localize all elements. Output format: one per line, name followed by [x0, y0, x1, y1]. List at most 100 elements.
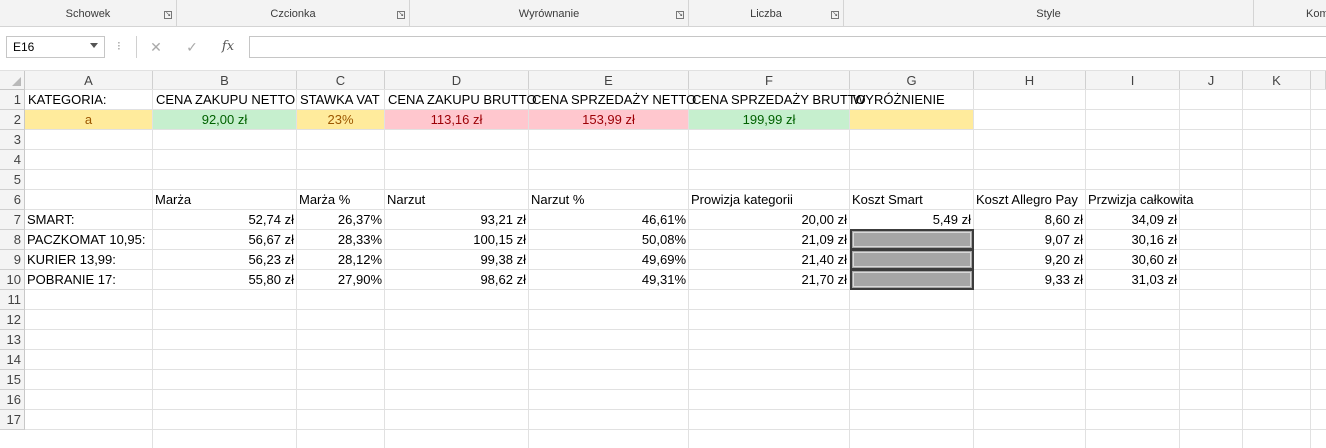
cancel-icon[interactable]: ✕: [146, 39, 166, 56]
cell-a1[interactable]: KATEGORIA:: [25, 90, 152, 109]
cell-i6[interactable]: Przwizja całkowita: [1086, 190, 1193, 209]
cell-e6[interactable]: Narzut %: [529, 190, 688, 209]
row-header-7[interactable]: 7: [0, 210, 25, 230]
cell-e2[interactable]: 153,99 zł: [529, 110, 688, 129]
row-header-16[interactable]: 16: [0, 390, 25, 410]
cell-b9[interactable]: 56,23 zł: [153, 250, 296, 269]
row-header-13[interactable]: 13: [0, 330, 25, 350]
cell-g7[interactable]: 5,49 zł: [850, 210, 973, 229]
cell-g9[interactable]: [850, 249, 974, 270]
more-options-icon[interactable]: ⁝: [117, 39, 121, 53]
cell-a10[interactable]: POBRANIE 17:: [25, 270, 152, 289]
cell-e8[interactable]: 50,08%: [529, 230, 688, 249]
cell-c8[interactable]: 28,33%: [297, 230, 384, 249]
column-header-c[interactable]: C: [297, 71, 385, 90]
dialog-launcher-icon[interactable]: ↘: [397, 11, 405, 19]
cell-a8[interactable]: PACZKOMAT 10,95:: [25, 230, 152, 249]
enter-check-icon[interactable]: ✓: [182, 39, 202, 56]
row-header-10[interactable]: 10: [0, 270, 25, 290]
cell-c7[interactable]: 26,37%: [297, 210, 384, 229]
select-all-button[interactable]: [0, 71, 25, 90]
cell-d9[interactable]: 99,38 zł: [385, 250, 528, 269]
dialog-launcher-icon[interactable]: ↘: [831, 11, 839, 19]
cell-g2[interactable]: [850, 110, 973, 129]
cell-b7[interactable]: 52,74 zł: [153, 210, 296, 229]
cell-d7[interactable]: 93,21 zł: [385, 210, 528, 229]
cell-i8[interactable]: 30,16 zł: [1086, 230, 1179, 249]
cell-e9[interactable]: 49,69%: [529, 250, 688, 269]
row-header-8[interactable]: 8: [0, 230, 25, 250]
row-header-2[interactable]: 2: [0, 110, 25, 130]
row-header-17[interactable]: 17: [0, 410, 25, 430]
cell-f6[interactable]: Prowizja kategorii: [689, 190, 849, 209]
column-header-k[interactable]: K: [1243, 71, 1311, 90]
cell-b8[interactable]: 56,67 zł: [153, 230, 296, 249]
spreadsheet-grid[interactable]: ABCDEFGHIJK 1 2 3 4 5 6 7 8 9 10 11 12 13 14 15 16 17 KA…: [0, 71, 1326, 448]
row-header-3[interactable]: 3: [0, 130, 25, 150]
cell-f10[interactable]: 21,70 zł: [689, 270, 849, 289]
cell-d10[interactable]: 98,62 zł: [385, 270, 528, 289]
cell-d2[interactable]: 113,16 zł: [385, 110, 528, 129]
cell-a9[interactable]: KURIER 13,99:: [25, 250, 152, 269]
row-header-15[interactable]: 15: [0, 370, 25, 390]
cell-c6[interactable]: Marża %: [297, 190, 384, 209]
cell-h8[interactable]: 9,07 zł: [974, 230, 1085, 249]
cell-f1[interactable]: CENA SPRZEDAŻY BRUTTO: [689, 90, 866, 109]
cell-a2[interactable]: a: [25, 110, 152, 129]
cell-c1[interactable]: STAWKA VAT: [297, 90, 384, 109]
column-header-d[interactable]: D: [385, 71, 529, 90]
cell-b10[interactable]: 55,80 zł: [153, 270, 296, 289]
cell-g10[interactable]: [850, 269, 974, 290]
cell-f2[interactable]: 199,99 zł: [689, 110, 849, 129]
column-header-j[interactable]: J: [1180, 71, 1243, 90]
cell-e1[interactable]: CENA SPRZEDAŻY NETTO: [529, 90, 696, 109]
column-header-f[interactable]: F: [689, 71, 850, 90]
cell-b1[interactable]: CENA ZAKUPU NETTO: [153, 90, 296, 109]
row-header-6[interactable]: 6: [0, 190, 25, 210]
chevron-down-icon[interactable]: [90, 43, 98, 48]
cell-f9[interactable]: 21,40 zł: [689, 250, 849, 269]
cell-e7[interactable]: 46,61%: [529, 210, 688, 229]
dialog-launcher-icon[interactable]: ↘: [164, 11, 172, 19]
row-header-11[interactable]: 11: [0, 290, 25, 310]
cell-b2[interactable]: 92,00 zł: [153, 110, 296, 129]
cell-f8[interactable]: 21,09 zł: [689, 230, 849, 249]
column-header-g[interactable]: G: [850, 71, 974, 90]
cell-d8[interactable]: 100,15 zł: [385, 230, 528, 249]
cell-h6[interactable]: Koszt Allegro Pay: [974, 190, 1085, 209]
cell-g8[interactable]: [850, 229, 974, 250]
cell-h9[interactable]: 9,20 zł: [974, 250, 1085, 269]
cell-c10[interactable]: 27,90%: [297, 270, 384, 289]
cell-g6[interactable]: Koszt Smart: [850, 190, 973, 209]
cell-c2[interactable]: 23%: [297, 110, 384, 129]
cell-d1[interactable]: CENA ZAKUPU BRUTTO: [385, 90, 537, 109]
dialog-launcher-icon[interactable]: ↘: [676, 11, 684, 19]
cell-d6[interactable]: Narzut: [385, 190, 528, 209]
column-header-b[interactable]: B: [153, 71, 297, 90]
cell-i7[interactable]: 34,09 zł: [1086, 210, 1179, 229]
insert-function-icon[interactable]: fx: [218, 39, 238, 54]
name-box[interactable]: E16: [6, 36, 105, 58]
cell-h10[interactable]: 9,33 zł: [974, 270, 1085, 289]
row-header-12[interactable]: 12: [0, 310, 25, 330]
formula-input[interactable]: [249, 36, 1326, 58]
ribbon-group-cells: Kom: [1254, 0, 1326, 26]
column-header-a[interactable]: A: [25, 71, 153, 90]
row-header-4[interactable]: 4: [0, 150, 25, 170]
cell-e10[interactable]: 49,31%: [529, 270, 688, 289]
row-header-1[interactable]: 1: [0, 90, 25, 110]
cell-f7[interactable]: 20,00 zł: [689, 210, 849, 229]
cell-i9[interactable]: 30,60 zł: [1086, 250, 1179, 269]
column-header-h[interactable]: H: [974, 71, 1086, 90]
row-header-5[interactable]: 5: [0, 170, 25, 190]
cell-h7[interactable]: 8,60 zł: [974, 210, 1085, 229]
column-header-i[interactable]: I: [1086, 71, 1180, 90]
cell-c9[interactable]: 28,12%: [297, 250, 384, 269]
cell-a7[interactable]: SMART:: [25, 210, 152, 229]
row-header-14[interactable]: 14: [0, 350, 25, 370]
cell-g1[interactable]: WYRÓŻNIENIE: [850, 90, 973, 109]
cell-b6[interactable]: Marża: [153, 190, 296, 209]
column-header-e[interactable]: E: [529, 71, 689, 90]
row-header-9[interactable]: 9: [0, 250, 25, 270]
cell-i10[interactable]: 31,03 zł: [1086, 270, 1179, 289]
